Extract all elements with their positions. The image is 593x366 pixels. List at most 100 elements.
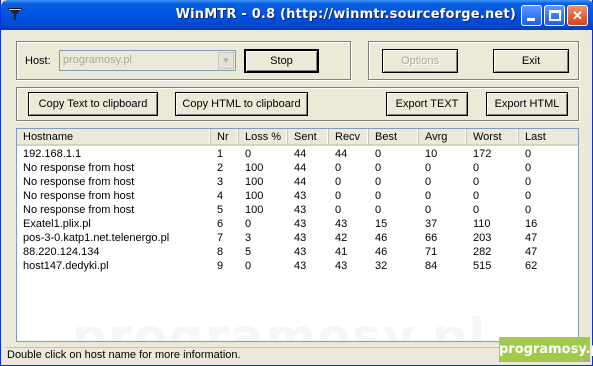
table-row[interactable]: host147.dedyki.pl 9 0 43 43 32 84 515 62 [17, 259, 578, 273]
options-button-label: Options [401, 55, 439, 67]
status-text: Double click on host name for more infor… [7, 349, 241, 361]
stop-button[interactable]: Stop [244, 49, 319, 73]
column-header-best[interactable]: Best [369, 129, 419, 146]
close-button[interactable]: ✕ [567, 5, 588, 26]
winmtr-window: WinMTR - 0.8 (http://winmtr.sourceforge.… [0, 0, 593, 366]
copy-text-button-label: Copy Text to clipboard [38, 98, 148, 110]
cell-recv: 42 [335, 232, 348, 244]
column-header-avrg[interactable]: Avrg [419, 129, 467, 146]
cell-hostname[interactable]: pos-3-0.katp1.net.telenergo.pl [17, 231, 169, 245]
column-header-hostname[interactable]: Hostname [17, 129, 211, 146]
cell-worst: 0 [473, 162, 480, 174]
column-header-sent[interactable]: Sent [288, 129, 329, 146]
table-row[interactable]: No response from host 3 100 44 0 0 0 0 0 [17, 175, 578, 189]
minimize-icon [527, 18, 535, 21]
export-html-button[interactable]: Export HTML [486, 92, 568, 116]
cell-sent: 43 [294, 190, 307, 202]
table-row[interactable]: 192.168.1.1 1 0 44 44 0 10 172 0 [17, 147, 578, 161]
size-grip-icon[interactable] [579, 352, 589, 362]
cell-nr: 3 [217, 176, 224, 188]
table-row[interactable]: Exatel1.plix.pl 6 0 43 43 15 37 110 16 [17, 217, 578, 231]
results-table[interactable]: programosy.pl HostnameNrLoss %SentRecvBe… [16, 128, 579, 342]
table-row[interactable]: No response from host 4 100 43 0 0 0 0 0 [17, 189, 578, 203]
cell-worst: 0 [473, 190, 480, 202]
cell-avrg: 71 [425, 246, 438, 258]
cell-last: 0 [525, 204, 532, 216]
host-value: programosy.pl [63, 54, 132, 66]
cell-nr: 2 [217, 162, 224, 174]
cell-loss: 3 [245, 232, 252, 244]
copy-text-button[interactable]: Copy Text to clipboard [28, 92, 158, 116]
title-bar[interactable]: WinMTR - 0.8 (http://winmtr.sourceforge.… [1, 0, 593, 30]
cell-hostname[interactable]: No response from host [17, 161, 134, 175]
watermark: programosy.pl [72, 309, 487, 341]
cell-worst: 110 [473, 218, 491, 230]
table-row[interactable]: No response from host 5 100 43 0 0 0 0 0 [17, 203, 578, 217]
export-text-button-label: Export TEXT [395, 98, 459, 110]
export-html-button-label: Export HTML [494, 98, 560, 110]
cell-avrg: 10 [425, 148, 438, 160]
cell-best: 0 [375, 162, 382, 174]
cell-nr: 9 [217, 260, 224, 272]
minimize-button[interactable] [521, 5, 542, 26]
copy-html-button[interactable]: Copy HTML to clipboard [175, 92, 308, 116]
cell-hostname[interactable]: host147.dedyki.pl [17, 259, 109, 273]
cell-recv: 43 [335, 260, 348, 272]
cell-worst: 0 [473, 176, 480, 188]
cell-hostname[interactable]: No response from host [17, 175, 134, 189]
cell-best: 15 [375, 218, 388, 230]
cell-worst: 203 [473, 232, 492, 244]
cell-hostname[interactable]: 192.168.1.1 [17, 147, 81, 161]
cell-last: 0 [525, 190, 532, 202]
column-header-nr[interactable]: Nr [211, 129, 239, 146]
close-icon: ✕ [572, 8, 583, 23]
options-button[interactable]: Options [382, 49, 458, 73]
cell-avrg: 66 [425, 232, 438, 244]
host-combobox[interactable]: programosy.pl ▼ [59, 50, 236, 71]
cell-nr: 5 [217, 204, 224, 216]
cell-loss: 0 [245, 218, 252, 230]
cell-loss: 100 [245, 204, 264, 216]
cell-avrg: 84 [425, 260, 438, 272]
cell-hostname[interactable]: Exatel1.plix.pl [17, 217, 91, 231]
cell-hostname[interactable]: No response from host [17, 203, 134, 217]
column-header-loss[interactable]: Loss % [239, 129, 288, 146]
cell-worst: 515 [473, 260, 492, 272]
maximize-button[interactable] [544, 5, 565, 26]
column-header-recv[interactable]: Recv [329, 129, 369, 146]
cell-nr: 8 [217, 246, 224, 258]
cell-recv: 44 [335, 148, 348, 160]
cell-last: 0 [525, 162, 532, 174]
cell-hostname[interactable]: No response from host [17, 189, 134, 203]
brand-badge: programosy.pl [499, 337, 593, 362]
chevron-down-icon[interactable]: ▼ [218, 52, 234, 69]
table-row[interactable]: 88.220.124.134 8 5 43 41 46 71 282 47 [17, 245, 578, 259]
column-header-worst[interactable]: Worst [467, 129, 519, 146]
exit-button[interactable]: Exit [493, 49, 569, 73]
cell-recv: 0 [335, 190, 342, 202]
cell-last: 47 [525, 232, 538, 244]
export-text-button[interactable]: Export TEXT [386, 92, 468, 116]
cell-avrg: 0 [425, 190, 432, 202]
window-title: WinMTR - 0.8 (http://winmtr.sourceforge.… [175, 7, 516, 22]
cell-worst: 172 [473, 148, 492, 160]
maximize-icon [549, 10, 561, 21]
host-label: Host: [25, 55, 51, 67]
table-row[interactable]: pos-3-0.katp1.net.telenergo.pl 7 3 43 42 46 66… [17, 231, 578, 245]
cell-nr: 1 [217, 148, 224, 160]
cell-best: 46 [375, 246, 388, 258]
cell-best: 0 [375, 204, 382, 216]
cell-loss: 100 [245, 162, 264, 174]
column-header-last[interactable]: Last [519, 129, 578, 146]
table-header: Hostname Nr Loss % Sent Recv Best Avrg Worst Las… [17, 129, 578, 146]
cell-sent: 44 [294, 176, 307, 188]
copy-html-button-label: Copy HTML to clipboard [182, 98, 301, 110]
cell-sent: 44 [294, 148, 307, 160]
cell-avrg: 0 [425, 204, 432, 216]
cell-best: 0 [375, 148, 382, 160]
cell-hostname[interactable]: 88.220.124.134 [17, 245, 99, 259]
cell-loss: 0 [245, 260, 252, 272]
cell-last: 0 [525, 148, 532, 160]
table-row[interactable]: No response from host 2 100 44 0 0 0 0 0 [17, 161, 578, 175]
cell-sent: 43 [294, 218, 307, 230]
